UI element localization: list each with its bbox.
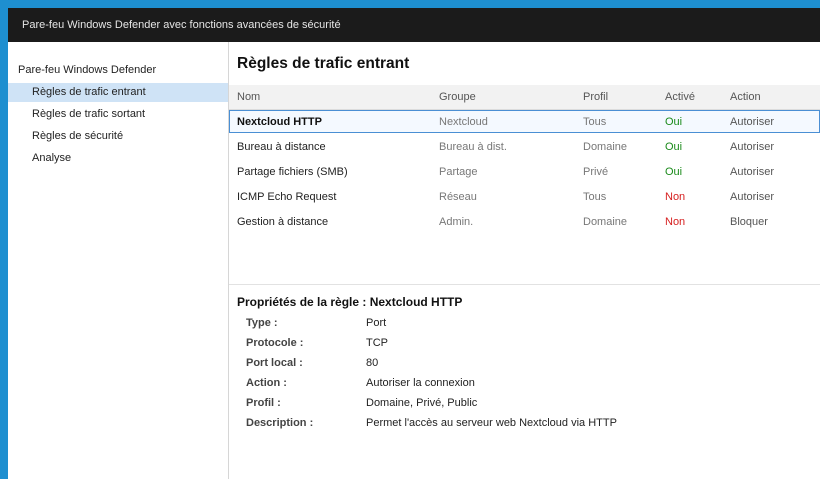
table-header: Nom Groupe Profil Activé Action — [229, 85, 820, 110]
nav-item-security-rules[interactable]: Règles de sécurité — [8, 127, 228, 146]
rule-action: Autoriser — [730, 166, 775, 178]
nav-item-monitoring[interactable]: Analyse — [8, 149, 228, 168]
rule-enabled: Oui — [665, 116, 683, 128]
table-row[interactable]: Partage fichiers (SMB) Partage Privé Oui… — [229, 161, 820, 184]
properties-title: Propriétés de la règle : Nextcloud HTTP — [237, 295, 463, 309]
property-value: 80 — [366, 357, 379, 369]
rule-action: Autoriser — [730, 141, 775, 153]
property-value: TCP — [366, 337, 388, 349]
property-label: Protocole : — [246, 337, 304, 349]
table-row[interactable]: Gestion à distance Admin. Domaine Non Bl… — [229, 211, 820, 234]
pane-divider[interactable] — [229, 284, 820, 285]
nav-item-inbound-rules[interactable]: Règles de trafic entrant — [8, 83, 228, 102]
rule-enabled: Oui — [665, 141, 683, 153]
column-header-action[interactable]: Action — [730, 91, 761, 103]
rule-enabled: Non — [665, 216, 686, 228]
column-header-profile[interactable]: Profil — [583, 91, 608, 103]
rule-action: Autoriser — [730, 191, 775, 203]
rule-profile: Privé — [583, 166, 609, 178]
window-title: Pare-feu Windows Defender avec fonctions… — [22, 19, 341, 31]
table-row[interactable]: Nextcloud HTTP Nextcloud Tous Oui Autori… — [229, 110, 820, 133]
rule-action: Autoriser — [730, 116, 775, 128]
rule-enabled: Oui — [665, 166, 683, 178]
rule-group: Admin. — [439, 216, 474, 228]
column-header-enabled[interactable]: Activé — [665, 91, 695, 103]
rule-group: Réseau — [439, 191, 477, 203]
navigation-tree: Pare-feu Windows Defender Règles de traf… — [8, 42, 229, 479]
property-label: Port local : — [246, 357, 303, 369]
column-header-group[interactable]: Groupe — [439, 91, 476, 103]
rule-profile: Tous — [583, 191, 607, 203]
property-label: Description : — [246, 417, 314, 429]
page-title: Règles de trafic entrant — [237, 55, 410, 72]
property-value: Port — [366, 317, 387, 329]
table-row[interactable]: ICMP Echo Request Réseau Tous Non Autori… — [229, 186, 820, 209]
rule-name: Partage fichiers (SMB) — [237, 166, 348, 178]
rule-profile: Domaine — [583, 141, 628, 153]
rule-enabled: Non — [665, 191, 686, 203]
table-row[interactable]: Bureau à distance Bureau à dist. Domaine… — [229, 136, 820, 159]
nav-item-outbound-rules[interactable]: Règles de trafic sortant — [8, 105, 228, 124]
rule-name: Gestion à distance — [237, 216, 329, 228]
rule-profile: Tous — [583, 116, 607, 128]
property-label: Profil : — [246, 397, 281, 409]
rule-name: Nextcloud HTTP — [237, 116, 322, 128]
rule-name: Bureau à distance — [237, 141, 326, 153]
property-value: Permet l'accès au serveur web Nextcloud … — [366, 417, 617, 429]
title-bar[interactable]: Pare-feu Windows Defender avec fonctions… — [8, 8, 820, 42]
rule-action: Bloquer — [730, 216, 768, 228]
rule-name: ICMP Echo Request — [237, 191, 337, 203]
rule-group: Bureau à dist. — [439, 141, 507, 153]
column-header-name[interactable]: Nom — [237, 91, 260, 103]
rule-group: Nextcloud — [439, 116, 488, 128]
property-label: Action : — [246, 377, 287, 389]
rule-profile: Domaine — [583, 216, 628, 228]
nav-root-firewall[interactable]: Pare-feu Windows Defender — [18, 64, 156, 76]
property-label: Type : — [246, 317, 278, 329]
firewall-window: Pare-feu Windows Defender avec fonctions… — [8, 8, 820, 479]
property-value: Domaine, Privé, Public — [366, 397, 478, 409]
property-value: Autoriser la connexion — [366, 377, 475, 389]
main-panel: Règles de trafic entrant Nom Groupe Prof… — [229, 42, 820, 479]
rule-group: Partage — [439, 166, 478, 178]
